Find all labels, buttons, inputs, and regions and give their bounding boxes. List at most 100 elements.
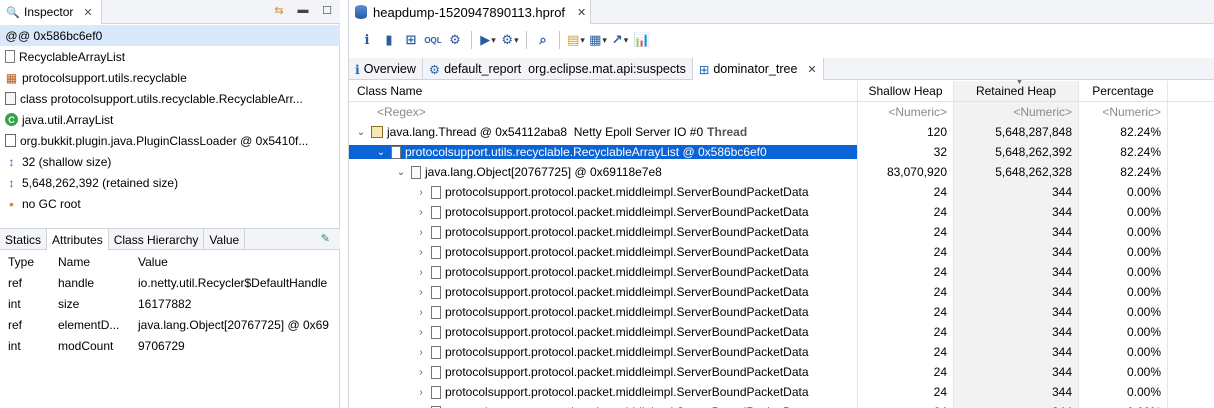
chevron-right-icon[interactable]: › (415, 367, 427, 378)
inspector-row-superclass[interactable]: C java.util.ArrayList (0, 109, 340, 130)
chevron-right-icon[interactable]: › (415, 207, 427, 218)
tab-default-report[interactable]: ⚙ default_report org.eclipse.mat.api:sus… (423, 58, 693, 80)
inspector-row-package[interactable]: ▦ protocolsupport.utils.recyclable (0, 67, 340, 88)
tab-value[interactable]: Value (204, 229, 246, 250)
close-icon[interactable]: ✕ (807, 63, 816, 76)
thread-icon (371, 126, 383, 138)
inspector-row-address[interactable]: @ @ 0x586bc6ef0 (0, 25, 340, 46)
export-icon[interactable]: ↗ (610, 30, 630, 50)
table-row[interactable]: ›protocolsupport.protocol.packet.middlei… (349, 402, 1214, 408)
column-header-percentage[interactable]: Percentage (1078, 81, 1168, 101)
object-icon (431, 385, 441, 399)
attribute-row[interactable]: ref elementD... java.lang.Object[2076772… (0, 314, 340, 335)
object-icon (431, 305, 441, 319)
tab-statics[interactable]: Statics (0, 229, 48, 250)
filter-class-name[interactable]: <Regex> (349, 105, 857, 119)
thread-overview-icon[interactable]: ⚙ (445, 30, 465, 50)
tab-class-hierarchy[interactable]: Class Hierarchy (109, 229, 205, 250)
attribute-row[interactable]: ref handle io.netty.util.Recycler$Defaul… (0, 272, 340, 293)
close-icon[interactable]: ✕ (83, 6, 92, 19)
table-row[interactable]: › protocolsupport.protocol.packet.middlei… (349, 302, 1214, 322)
cell-retained-heap: 5,648,287,848 (953, 122, 1078, 142)
filter-percentage[interactable]: <Numeric> (1078, 102, 1168, 122)
tab-dominator-tree[interactable]: ⊞ dominator_tree ✕ (692, 58, 824, 80)
editor-tab-bar: heapdump-1520947890113.hprof ✕ (349, 0, 1214, 24)
chevron-right-icon[interactable]: › (415, 327, 427, 338)
tab-label: default_report org.eclipse.mat.api:suspe… (444, 62, 686, 76)
inspector-row-shallow[interactable]: ↕ 32 (shallow size) (0, 151, 340, 172)
object-icon (431, 285, 441, 299)
column-header-name[interactable]: Name (50, 255, 130, 269)
cell-percentage: 82.24% (1078, 142, 1168, 162)
link-with-editor-icon[interactable]: ⇆ (272, 3, 286, 17)
chevron-right-icon[interactable]: › (415, 187, 427, 198)
column-header-shallow-heap[interactable]: Shallow Heap (857, 81, 953, 101)
column-header-type[interactable]: Type (0, 255, 50, 269)
superclass-icon: C (5, 113, 18, 126)
dominator-tree-icon[interactable]: ⊞ (401, 30, 421, 50)
run-report-icon[interactable]: ▶ (478, 30, 498, 50)
group-by-icon[interactable]: ▤ (566, 30, 586, 50)
close-icon[interactable]: ✕ (577, 6, 586, 19)
chevron-right-icon[interactable]: › (415, 287, 427, 298)
table-row[interactable]: ›protocolsupport.protocol.packet.middlei… (349, 222, 1214, 242)
table-row[interactable]: ›protocolsupport.protocol.packet.middlei… (349, 282, 1214, 302)
table-row[interactable]: › protocolsupport.protocol.packet.middlei… (349, 202, 1214, 222)
inspector-row-class[interactable]: RecyclableArrayList (0, 46, 340, 67)
chevron-down-icon[interactable]: ⌄ (375, 147, 387, 158)
query-browser-icon[interactable]: ⚙ (500, 30, 520, 50)
oql-icon[interactable]: OQL (423, 30, 443, 50)
column-header-retained-heap[interactable]: ▼ Retained Heap (953, 79, 1078, 101)
inspector-row-gc-root[interactable]: • no GC root (0, 193, 340, 214)
package-icon: ▦ (5, 70, 18, 85)
tab-attributes[interactable]: Attributes (47, 229, 109, 250)
tab-overview[interactable]: i Overview (349, 58, 423, 80)
table-row[interactable]: ›protocolsupport.protocol.packet.middlei… (349, 322, 1214, 342)
filter-retained-heap[interactable]: <Numeric> (953, 102, 1078, 122)
table-row[interactable]: ›protocolsupport.protocol.packet.middlei… (349, 242, 1214, 262)
table-row[interactable]: ⌄ protocolsupport.utils.recyclable.Recycl… (349, 142, 1214, 162)
chevron-down-icon[interactable]: ⌄ (355, 127, 367, 138)
cell-retained-heap: 344 (953, 202, 1078, 222)
inspector-tab-label: Inspector (24, 5, 74, 19)
chevron-right-icon[interactable]: › (415, 307, 427, 318)
histogram-icon[interactable]: ▮ (379, 30, 399, 50)
minimize-icon[interactable]: ▬ (296, 3, 310, 17)
attribute-row[interactable]: int size 16177882 (0, 293, 340, 314)
table-row[interactable]: ›protocolsupport.protocol.packet.middlei… (349, 362, 1214, 382)
table-row[interactable]: ›protocolsupport.protocol.packet.middlei… (349, 382, 1214, 402)
inspector-row-classloader[interactable]: org.bukkit.plugin.java.PluginClassLoader… (0, 130, 340, 151)
chevron-right-icon[interactable]: › (415, 267, 427, 278)
table-row[interactable]: ⌄ java.lang.Thread @ 0x54112aba8 Netty Ep… (349, 122, 1214, 142)
maximize-icon[interactable]: ☐ (320, 3, 334, 17)
info-icon[interactable]: i (357, 30, 377, 50)
chevron-right-icon[interactable]: › (415, 387, 427, 398)
chevron-right-icon[interactable]: › (415, 347, 427, 358)
column-header-class-name[interactable]: Class Name (349, 84, 857, 98)
chevron-right-icon[interactable]: › (415, 227, 427, 238)
filter-row: <Regex> <Numeric> <Numeric> <Numeric> (349, 102, 1214, 122)
search-icon[interactable]: ⌕ (533, 30, 553, 50)
table-row[interactable]: ›protocolsupport.protocol.packet.middlei… (349, 342, 1214, 362)
inspector-row-text: org.bukkit.plugin.java.PluginClassLoader… (20, 133, 309, 148)
attribute-row[interactable]: int modCount 9706729 (0, 335, 340, 356)
table-row[interactable]: ›protocolsupport.protocol.packet.middlei… (349, 262, 1214, 282)
chevron-right-icon[interactable]: › (415, 247, 427, 258)
chevron-down-icon[interactable]: ⌄ (395, 167, 407, 178)
table-row[interactable]: ›protocolsupport.protocol.packet.middlei… (349, 182, 1214, 202)
class-name-text: protocolsupport.protocol.packet.middleim… (445, 205, 809, 219)
inspector-row-retained[interactable]: ↕ 5,648,262,392 (retained size) (0, 172, 340, 193)
pin-icon[interactable]: ✎ (321, 232, 330, 245)
calculate-retained-icon[interactable]: ▦ (588, 30, 608, 50)
object-icon (431, 345, 441, 359)
inspector-tab[interactable]: 🔍 Inspector ✕ (0, 0, 102, 24)
table-row[interactable]: ⌄ java.lang.Object[20767725] @ 0x69118e7e… (349, 162, 1214, 182)
editor-tab-heapdump[interactable]: heapdump-1520947890113.hprof ✕ (349, 0, 591, 24)
filter-shallow-heap[interactable]: <Numeric> (857, 102, 953, 122)
object-icon (431, 325, 441, 339)
column-header-value[interactable]: Value (130, 255, 340, 269)
inspector-row-class-object[interactable]: class protocolsupport.utils.recyclable.R… (0, 88, 340, 109)
object-icon (431, 205, 441, 219)
class-name-text: protocolsupport.protocol.packet.middleim… (445, 305, 809, 319)
pin-view-icon[interactable]: 📊 (632, 30, 652, 50)
